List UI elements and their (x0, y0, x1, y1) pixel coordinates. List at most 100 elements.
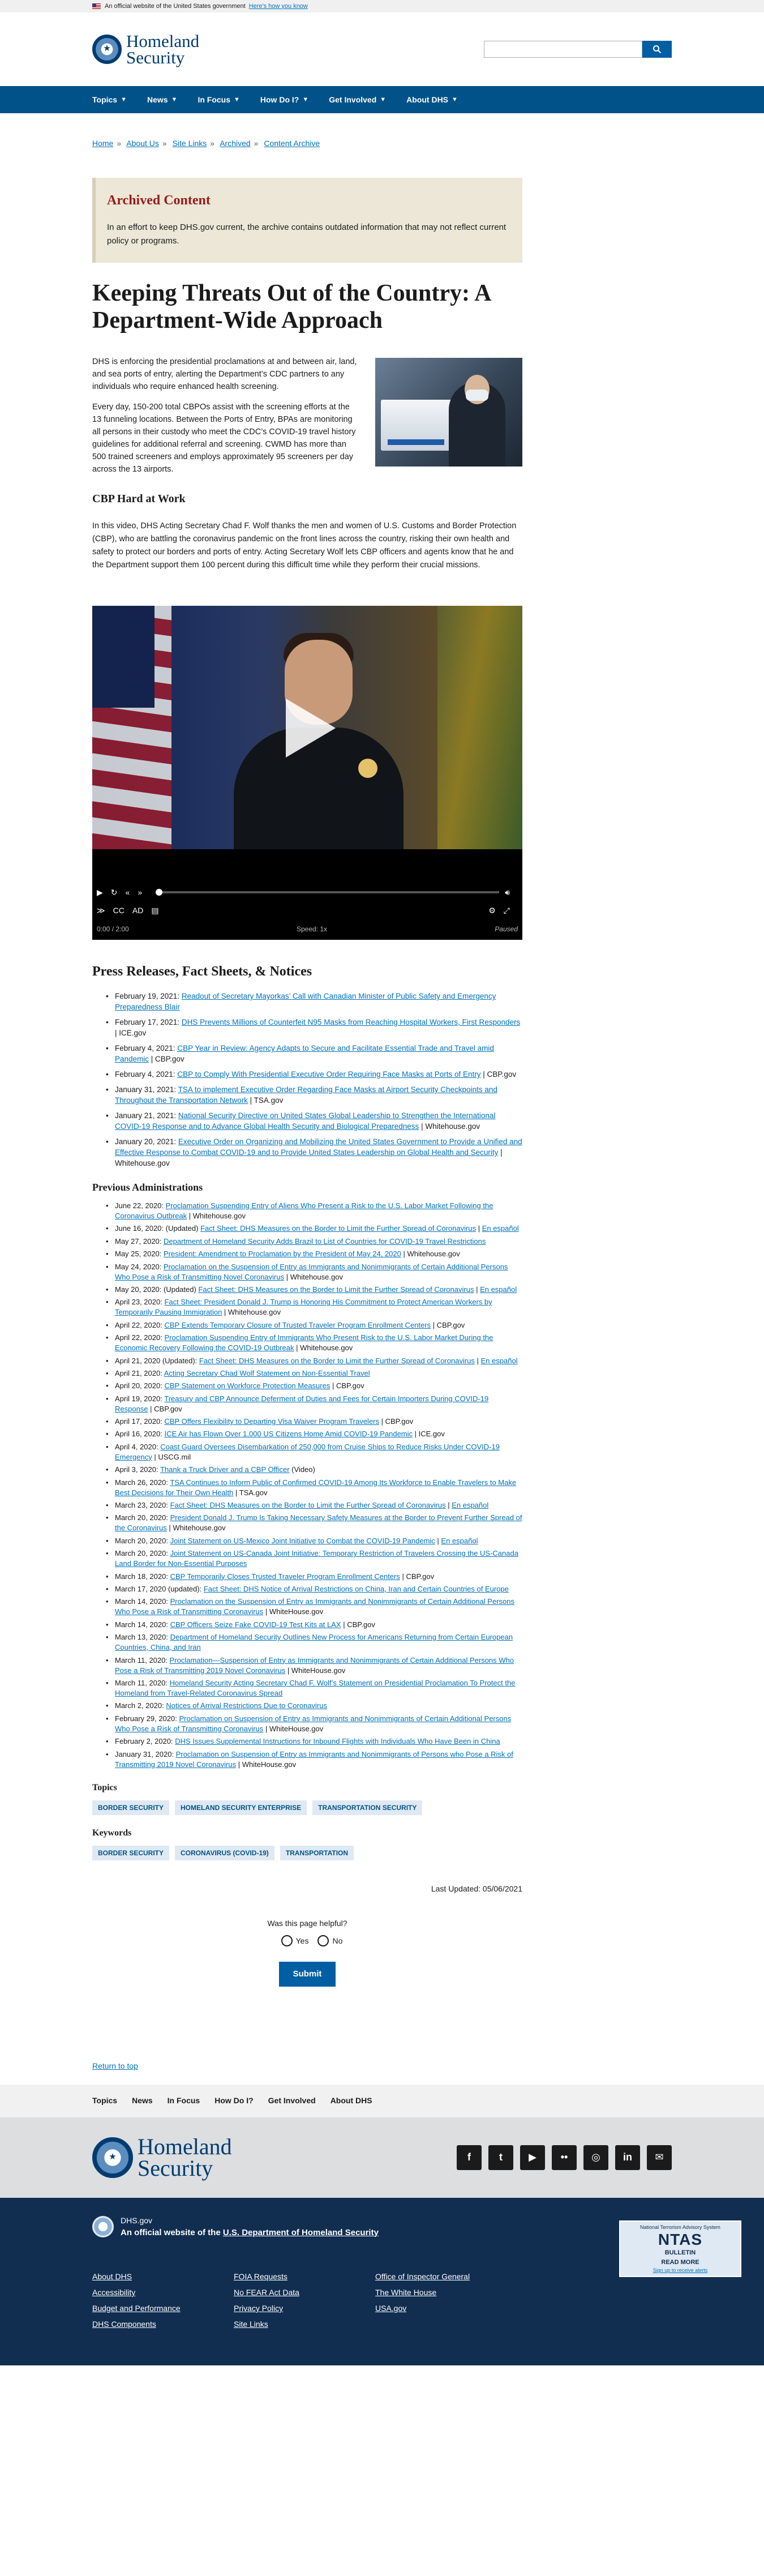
item-link[interactable]: ICE Air has Flown Over 1,000 US Citizens… (164, 1430, 413, 1438)
nav-how-do-i[interactable]: How Do I? ▼ (260, 94, 308, 106)
footer-link[interactable]: Budget and Performance (92, 2300, 234, 2316)
item-link[interactable]: Thank a Truck Driver and a CBP Officer (160, 1465, 290, 1474)
footer-link[interactable]: USA.gov (375, 2300, 517, 2316)
item-link[interactable]: Homeland Security Acting Secretary Chad … (115, 1679, 515, 1697)
keyword-tag[interactable]: CORONAVIRUS (COVID-19) (175, 1845, 274, 1860)
nav-about-dhs[interactable]: About DHS ▼ (406, 94, 458, 106)
item-spanish-link[interactable]: En español (482, 1224, 519, 1233)
item-link[interactable]: CBP Temporarily Closes Trusted Traveler … (170, 1572, 400, 1581)
video-player[interactable]: ▶ ↻ « » 🔊︎ ≫ CC AD ▤ ⚙ ⤢ 0:00 / 2:00 Spe… (92, 606, 522, 940)
transcript-icon[interactable]: ▤ (151, 905, 158, 917)
item-link[interactable]: Acting Secretary Chad Wolf Statement on … (164, 1369, 370, 1377)
breadcrumb-content-archive[interactable]: Content Archive (264, 139, 320, 148)
item-link[interactable]: DHS Prevents Millions of Counterfeit N95… (182, 1018, 520, 1026)
footer-nav-in-focus[interactable]: In Focus (168, 2095, 200, 2107)
footer-nav-how-do-i[interactable]: How Do I? (214, 2095, 253, 2107)
item-link[interactable]: Joint Statement on US-Mexico Joint Initi… (170, 1537, 435, 1545)
footer-link[interactable]: No FEAR Act Data (234, 2284, 375, 2300)
play-control-icon[interactable]: ▶ (97, 887, 103, 898)
item-spanish-link[interactable]: En español (481, 1357, 518, 1365)
youtube-icon[interactable]: ▶ (520, 2145, 545, 2170)
rewind-icon[interactable]: « (126, 887, 130, 898)
feedback-yes-radio[interactable] (281, 1935, 293, 1946)
footer-dhs-logo[interactable]: Homeland Security (92, 2135, 232, 2179)
facebook-icon[interactable]: f (457, 2145, 482, 2170)
footer-nav-news[interactable]: News (132, 2095, 153, 2107)
nav-news[interactable]: News ▼ (147, 94, 177, 106)
search-button[interactable] (642, 41, 672, 58)
item-link[interactable]: Fact Sheet: DHS Measures on the Border t… (198, 1285, 474, 1294)
dhs-link[interactable]: U.S. Department of Homeland Security (223, 2228, 379, 2237)
item-link[interactable]: President: Amendment to Proclamation by … (164, 1250, 401, 1258)
item-link[interactable]: CBP Extends Temporary Closure of Trusted… (164, 1321, 431, 1329)
breadcrumb-about-us[interactable]: About Us (126, 139, 159, 148)
footer-link[interactable]: Accessibility (92, 2284, 234, 2300)
settings-icon[interactable]: ⚙ (488, 905, 496, 917)
nav-topics[interactable]: Topics ▼ (92, 94, 127, 106)
item-link[interactable]: Fact Sheet: President Donald J. Trump is… (115, 1298, 492, 1316)
topic-tag[interactable]: TRANSPORTATION SECURITY (312, 1800, 423, 1815)
footer-link[interactable]: About DHS (92, 2269, 234, 2284)
search-input[interactable] (484, 41, 642, 58)
dhs-logo[interactable]: Homeland Security (92, 32, 199, 66)
item-link[interactable]: Department of Homeland Security Adds Bra… (164, 1237, 486, 1246)
twitter-icon[interactable]: t (488, 2145, 513, 2170)
item-link[interactable]: Proclamation on Suspension of Entry as I… (115, 1750, 513, 1769)
feedback-no-radio[interactable] (317, 1935, 329, 1946)
footer-link[interactable]: Site Links (234, 2316, 375, 2332)
item-link[interactable]: Fact Sheet: DHS Measures on the Border t… (170, 1501, 446, 1509)
linkedin-icon[interactable]: in (615, 2145, 640, 2170)
ntas-signup[interactable]: Sign up to receive alerts (620, 2267, 740, 2275)
item-link[interactable]: Notices of Arrival Restrictions Due to C… (166, 1701, 327, 1710)
breadcrumb-site-links[interactable]: Site Links (173, 139, 207, 148)
ntas-bulletin-banner[interactable]: National Terrorism Advisory System NTAS … (619, 2220, 741, 2277)
topic-tag[interactable]: HOMELAND SECURITY ENTERPRISE (175, 1800, 307, 1815)
footer-nav-about-dhs[interactable]: About DHS (331, 2095, 372, 2107)
item-spanish-link[interactable]: En español (480, 1285, 517, 1294)
item-link[interactable]: CBP Statement on Workforce Protection Me… (164, 1381, 330, 1390)
footer-link[interactable]: The White House (375, 2284, 517, 2300)
audio-description-icon[interactable]: AD (132, 905, 143, 917)
keyword-tag[interactable]: TRANSPORTATION (280, 1845, 354, 1860)
item-link[interactable]: Fact Sheet: DHS Notice of Arrival Restri… (204, 1585, 509, 1593)
item-link[interactable]: TSA Continues to Inform Public of Confir… (115, 1478, 516, 1497)
footer-link[interactable]: Privacy Policy (234, 2300, 375, 2316)
video-seek-bar[interactable] (156, 889, 500, 896)
item-link[interactable]: CBP Officers Seize Fake COVID-19 Test Ki… (170, 1620, 341, 1629)
item-link[interactable]: Fact Sheet: DHS Measures on the Border t… (200, 1224, 476, 1233)
footer-link[interactable]: FOIA Requests (234, 2269, 375, 2284)
breadcrumb-home[interactable]: Home (92, 139, 113, 148)
speed-control-icon[interactable]: ≫ (97, 905, 105, 917)
heres-how-you-know-link[interactable]: Here's how you know (249, 2, 308, 11)
footer-link[interactable]: Office of Inspector General (375, 2269, 517, 2284)
captions-icon[interactable]: CC (113, 905, 125, 917)
breadcrumb-archived[interactable]: Archived (220, 139, 250, 148)
item-spanish-link[interactable]: En español (452, 1501, 488, 1509)
video-play-button[interactable] (254, 692, 361, 764)
keyword-tag[interactable]: BORDER SECURITY (92, 1845, 170, 1860)
item-link[interactable]: Executive Order on Organizing and Mobili… (115, 1137, 522, 1157)
flickr-icon[interactable]: •• (552, 2145, 577, 2170)
forward-icon[interactable]: » (138, 887, 142, 898)
replay-icon[interactable]: ↻ (111, 887, 118, 898)
item-link[interactable]: Proclamation Suspending Entry of Aliens … (115, 1201, 493, 1220)
nav-in-focus[interactable]: In Focus ▼ (198, 94, 239, 106)
item-link[interactable]: Department of Homeland Security Outlines… (115, 1633, 513, 1651)
footer-link[interactable]: DHS Components (92, 2316, 234, 2332)
volume-icon[interactable]: 🔊︎ (505, 887, 510, 898)
email-icon[interactable]: ✉ (647, 2145, 672, 2170)
item-spanish-link[interactable]: En español (441, 1537, 478, 1545)
item-link[interactable]: Joint Statement on US-Canada Joint Initi… (115, 1549, 518, 1568)
item-link[interactable]: Fact Sheet: DHS Measures on the Border t… (199, 1357, 475, 1365)
footer-nav-topics[interactable]: Topics (92, 2095, 117, 2107)
return-to-top-text[interactable]: Return to top (92, 2061, 138, 2070)
nav-get-involved[interactable]: Get Involved ▼ (329, 94, 386, 106)
topic-tag[interactable]: BORDER SECURITY (92, 1800, 170, 1815)
item-link[interactable]: CBP Offers Flexibility to Departing Visa… (164, 1417, 379, 1426)
item-link[interactable]: CBP to Comply With Presidential Executiv… (177, 1070, 480, 1079)
return-to-top-link[interactable]: Return to top (92, 2060, 522, 2072)
feedback-submit-button[interactable]: Submit (279, 1961, 336, 1987)
instagram-icon[interactable]: ◎ (583, 2145, 608, 2170)
item-link[interactable]: DHS Issues Supplemental Instructions for… (175, 1737, 500, 1745)
footer-nav-get-involved[interactable]: Get Involved (268, 2095, 316, 2107)
